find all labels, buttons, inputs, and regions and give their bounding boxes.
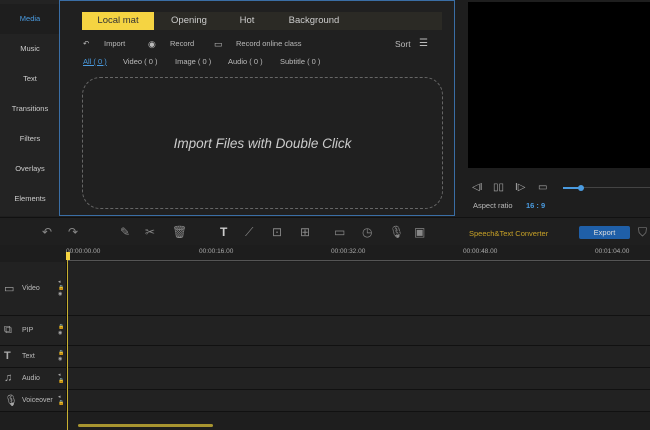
track-controls-icon[interactable]: ◂ 🔒 bbox=[58, 394, 64, 406]
preview-slider-thumb[interactable] bbox=[578, 185, 584, 191]
sidebar-item-transitions[interactable]: Transitions bbox=[0, 94, 60, 124]
aspect-ratio-value[interactable]: 16 : 9 bbox=[526, 201, 545, 210]
redo-icon[interactable]: ↷ bbox=[68, 225, 78, 239]
monitor-icon[interactable]: ▭ bbox=[214, 38, 223, 50]
mosaic-icon[interactable]: ⊞ bbox=[300, 225, 310, 239]
speech-text-converter-button[interactable]: Speech&Text Converter bbox=[469, 229, 548, 238]
media-tabs: Local mat Opening Hot Background bbox=[82, 12, 442, 30]
microphone-icon[interactable]: 🎙 bbox=[389, 225, 404, 239]
track-text[interactable]: T Text 🔒 ◉ bbox=[0, 346, 650, 368]
sidebar-item-elements[interactable]: Elements bbox=[0, 184, 60, 214]
ruler-label: 00:00:48.00 bbox=[463, 248, 498, 255]
ruler-line bbox=[67, 260, 650, 261]
timeline-ruler[interactable]: 00:00:00.00 00:00:16.00 00:00:32.00 00:0… bbox=[0, 245, 650, 262]
audio-track-icon: ♫ bbox=[4, 372, 13, 384]
sort-button[interactable]: Sort bbox=[395, 38, 411, 50]
tab-local-mat[interactable]: Local mat bbox=[82, 12, 154, 30]
record-button[interactable]: Record bbox=[170, 38, 194, 50]
sidebar-item-overlays[interactable]: Overlays bbox=[0, 154, 60, 184]
pencil-icon[interactable]: ✎ bbox=[120, 225, 130, 239]
track-label: Video bbox=[22, 285, 40, 292]
voiceover-track-icon: 🎙 bbox=[4, 395, 18, 407]
filter-image[interactable]: Image ( 0 ) bbox=[175, 57, 211, 66]
import-button[interactable]: Import bbox=[104, 38, 125, 50]
tab-background[interactable]: Background bbox=[278, 12, 350, 30]
shield-icon[interactable]: ⛉ bbox=[638, 225, 647, 240]
sidebar-item-music[interactable]: Music bbox=[0, 34, 60, 64]
delete-icon[interactable]: 🗑 bbox=[172, 225, 187, 239]
screen-icon[interactable]: ▣ bbox=[414, 225, 425, 239]
ruler-label: 00:01:04.00 bbox=[595, 248, 630, 255]
ruler-label: 00:00:16.00 bbox=[199, 248, 234, 255]
filter-all[interactable]: All ( 0 ) bbox=[83, 57, 107, 66]
playhead[interactable] bbox=[67, 252, 68, 430]
playhead-handle[interactable] bbox=[66, 252, 70, 260]
crop-icon[interactable]: ⟋ bbox=[245, 225, 253, 240]
sidebar-item-media[interactable]: Media bbox=[0, 4, 60, 34]
duration-icon[interactable]: ◷ bbox=[362, 225, 372, 239]
ruler-label: 00:00:00.00 bbox=[66, 248, 101, 255]
prev-frame-icon[interactable]: ◁I bbox=[472, 182, 482, 193]
track-audio[interactable]: ♫ Audio ◂ 🔒 bbox=[0, 368, 650, 390]
sidebar: Media Music Text Transitions Filters Ove… bbox=[0, 0, 60, 216]
import-icon[interactable]: ↶ bbox=[83, 38, 89, 50]
next-frame-icon[interactable]: I▷ bbox=[515, 182, 525, 193]
export-button[interactable]: Export bbox=[579, 226, 630, 239]
track-controls-icon[interactable]: ◂ 🔒 bbox=[58, 372, 64, 384]
record-icon[interactable]: ◉ bbox=[148, 38, 156, 50]
track-label: PIP bbox=[22, 327, 34, 334]
track-label: Voiceover bbox=[22, 397, 53, 404]
zoom-icon[interactable]: ⊡ bbox=[272, 225, 282, 239]
freeze-icon[interactable]: ▭ bbox=[334, 225, 345, 239]
filter-audio[interactable]: Audio ( 0 ) bbox=[228, 57, 263, 66]
aspect-ratio-label: Aspect ratio bbox=[473, 201, 513, 210]
track-controls-icon[interactable]: ◂ 🔒 ◉ bbox=[58, 279, 64, 297]
video-track-icon: ▭ bbox=[4, 283, 15, 295]
sidebar-item-filters[interactable]: Filters bbox=[0, 124, 60, 154]
timeline-toolbar: ↶ ↷ ✎ ✂ 🗑 T ⟋ ⊡ ⊞ ▭ ◷ 🎙 ▣ Speech&Text Co… bbox=[0, 217, 650, 245]
sidebar-item-text[interactable]: Text bbox=[0, 64, 60, 94]
ruler-label: 00:00:32.00 bbox=[331, 248, 366, 255]
tab-hot[interactable]: Hot bbox=[227, 12, 267, 30]
timeline-scrollbar[interactable] bbox=[78, 424, 213, 427]
pip-track-icon: ⧉ bbox=[4, 324, 12, 336]
text-icon[interactable]: T bbox=[220, 225, 227, 239]
sort-icon[interactable]: ☰ bbox=[419, 38, 428, 50]
filter-subtitle[interactable]: Subtitle ( 0 ) bbox=[280, 57, 320, 66]
track-pip[interactable]: ⧉ PIP 🔒 ◉ bbox=[0, 316, 650, 346]
track-controls-icon[interactable]: 🔒 ◉ bbox=[58, 324, 64, 336]
track-label: Text bbox=[22, 353, 35, 360]
undo-icon[interactable]: ↶ bbox=[42, 225, 52, 239]
play-pause-icon[interactable]: ▯▯ bbox=[493, 182, 504, 193]
preview-screen bbox=[468, 2, 650, 168]
track-label: Audio bbox=[22, 375, 40, 382]
text-track-icon: T bbox=[4, 350, 11, 362]
filter-video[interactable]: Video ( 0 ) bbox=[123, 57, 157, 66]
stop-icon[interactable]: ▭ bbox=[538, 182, 547, 193]
dropzone-text: Import Files with Double Click bbox=[173, 135, 352, 151]
track-voiceover[interactable]: 🎙 Voiceover ◂ 🔒 bbox=[0, 390, 650, 412]
track-video[interactable]: ▭ Video ◂ 🔒 ◉ bbox=[0, 262, 650, 316]
tab-opening[interactable]: Opening bbox=[160, 12, 218, 30]
record-online-class-button[interactable]: Record online class bbox=[236, 38, 301, 50]
track-controls-icon[interactable]: 🔒 ◉ bbox=[58, 350, 64, 362]
import-dropzone[interactable]: Import Files with Double Click bbox=[82, 77, 443, 209]
cut-icon[interactable]: ✂ bbox=[145, 225, 155, 239]
